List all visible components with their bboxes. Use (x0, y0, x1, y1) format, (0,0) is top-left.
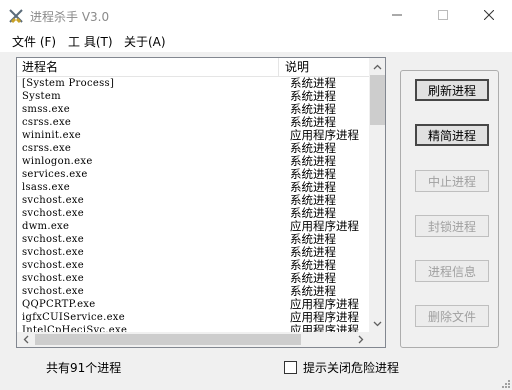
crossed-swords-icon (9, 9, 23, 24)
maximize-button[interactable] (420, 0, 466, 30)
process-name: smss.exe (22, 104, 70, 115)
window-title: 进程杀手 V3.0 (30, 10, 110, 24)
process-name: csrss.exe (22, 117, 72, 128)
list-rows: [System Process] 系统进程 System 系统进程 smss.exe… (17, 77, 369, 337)
column-header-description[interactable]: 说明 (280, 58, 369, 76)
scroll-down-button[interactable] (369, 315, 385, 332)
minimize-button[interactable] (374, 0, 420, 30)
process-name: wininit.exe (22, 130, 82, 141)
process-name: igfxCUIService.exe (22, 312, 125, 323)
resize-grip-icon[interactable] (500, 378, 510, 388)
lock-process-button[interactable]: 封锁进程 (415, 215, 489, 237)
process-name: System (22, 91, 61, 102)
danger-prompt-checkbox[interactable] (284, 361, 297, 374)
column-header-name[interactable]: 进程名 (17, 58, 279, 76)
menu-bar: 文件 (F) 工 具(T) 关于(A) (0, 30, 512, 52)
close-button[interactable] (466, 0, 512, 30)
chevron-left-icon (23, 335, 28, 344)
minimize-icon (392, 14, 402, 16)
close-icon (484, 10, 494, 20)
process-name: winlogon.exe (22, 156, 93, 167)
horizontal-scroll-thumb[interactable] (35, 334, 301, 345)
scroll-left-button[interactable] (17, 332, 34, 347)
process-name: svchost.exe (22, 234, 84, 245)
chevron-right-icon (358, 335, 363, 344)
process-list[interactable]: 进程名 说明 [System Process] 系统进程 System 系统进程 s… (16, 57, 386, 348)
terminate-process-button[interactable]: 中止进程 (415, 170, 489, 192)
scroll-up-button[interactable] (369, 58, 385, 75)
list-header: 进程名 说明 (17, 58, 369, 77)
title-bar: 进程杀手 V3.0 (0, 0, 512, 30)
vertical-scroll-thumb[interactable] (370, 75, 385, 125)
danger-prompt-checkbox-label[interactable]: 提示关闭危险进程 (303, 359, 399, 376)
process-name: svchost.exe (22, 195, 84, 206)
process-name: [System Process] (22, 78, 115, 89)
process-name: svchost.exe (22, 286, 84, 297)
chevron-up-icon (373, 64, 382, 69)
vertical-scrollbar[interactable] (369, 58, 385, 332)
horizontal-scrollbar[interactable] (17, 332, 369, 347)
process-name: svchost.exe (22, 273, 84, 284)
scroll-corner (369, 332, 385, 347)
process-name: lsass.exe (22, 182, 70, 193)
process-name: QQPCRTP.exe (22, 299, 96, 310)
menu-about[interactable]: 关于(A) (124, 33, 166, 50)
process-name: svchost.exe (22, 208, 84, 219)
simplify-processes-button[interactable]: 精简进程 (415, 124, 489, 146)
menu-file[interactable]: 文件 (F) (12, 33, 56, 50)
process-count-label: 共有91个进程 (46, 361, 122, 375)
process-name: svchost.exe (22, 247, 84, 258)
delete-file-button[interactable]: 删除文件 (415, 305, 489, 327)
chevron-down-icon (373, 321, 382, 326)
process-name: csrss.exe (22, 143, 72, 154)
scroll-right-button[interactable] (352, 332, 369, 347)
process-name: svchost.exe (22, 260, 84, 271)
maximize-icon (438, 10, 448, 20)
process-info-button[interactable]: 进程信息 (415, 260, 489, 282)
process-name: services.exe (22, 169, 88, 180)
menu-tools[interactable]: 工 具(T) (68, 33, 113, 50)
refresh-processes-button[interactable]: 刷新进程 (415, 79, 489, 101)
process-name: dwm.exe (22, 221, 70, 232)
